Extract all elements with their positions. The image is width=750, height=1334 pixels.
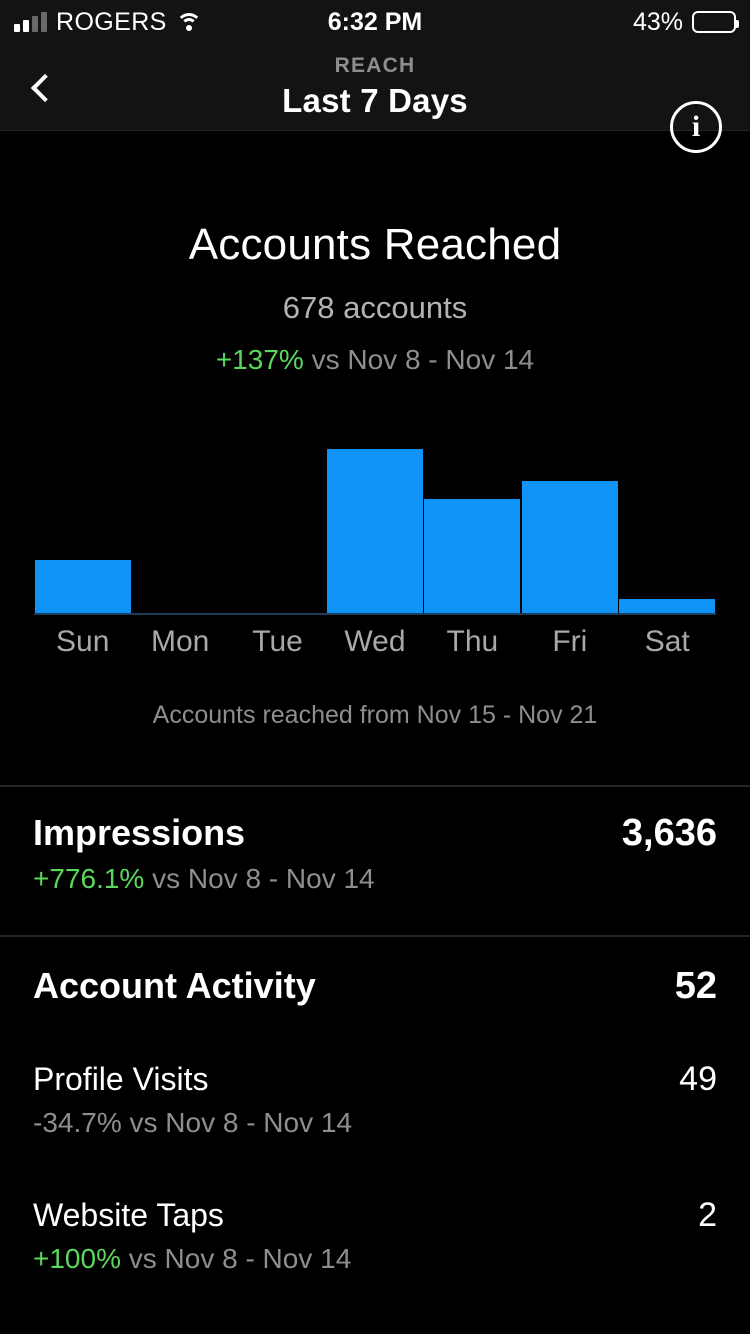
chart-x-label: Fri [552, 625, 588, 658]
chart-bars [34, 440, 716, 615]
navigation-bar: REACH Last 7 Days i [0, 44, 750, 153]
chart-bar[interactable] [424, 499, 521, 615]
chart-x-label: Tue [252, 625, 303, 658]
comparison-range: vs Nov 8 - Nov 14 [120, 1243, 352, 1274]
metric-subtitle: 678 accounts [282, 290, 468, 325]
metric-name: Account Activity [33, 965, 316, 1006]
metric-value: 49 [679, 1060, 717, 1098]
chart-bar[interactable] [34, 560, 131, 615]
metric-comparison: +137% vs Nov 8 - Nov 14 [0, 344, 750, 376]
metric-name: Profile Visits [33, 1061, 209, 1097]
chart-caption: Accounts reached from Nov 15 - Nov 21 [152, 701, 598, 729]
chart-bar-slot [424, 440, 521, 615]
chart-bar-slot [34, 440, 131, 615]
metric-row-website-taps[interactable]: Website Taps 2 +100% vs Nov 8 - Nov 14 [0, 1196, 750, 1275]
chart-bar[interactable] [521, 481, 618, 615]
chart-x-axis-labels: Sun Mon Tue Wed Thu Fri Sat [34, 625, 716, 659]
comparison-range: vs Nov 8 - Nov 14 [144, 863, 375, 894]
comparison-delta: +776.1% [33, 863, 145, 894]
metric-value: 2 [698, 1196, 717, 1234]
chart-bar-slot [619, 440, 716, 615]
metric-row-impressions[interactable]: Impressions 3,636 +776.1% vs Nov 8 - Nov… [0, 812, 750, 895]
comparison-range: vs Nov 8 - Nov 14 [303, 344, 535, 375]
chart-x-label: Sat [644, 625, 690, 658]
metric-value: 52 [674, 965, 717, 1007]
metric-value: 3,636 [621, 812, 717, 854]
metric-name: Website Taps [33, 1197, 224, 1233]
chart-baseline [34, 613, 716, 615]
section-divider [0, 935, 750, 937]
nav-eyebrow: REACH [334, 54, 416, 77]
battery-icon [692, 11, 739, 33]
insights-reach-screen: ROGERS 6:32 PM 43% REACH Last 7 Days i A… [0, 0, 750, 1334]
comparison-range: vs Nov 8 - Nov 14 [121, 1107, 353, 1138]
chart-x-label: Sun [56, 625, 110, 658]
section-divider [0, 785, 750, 787]
metric-title: Accounts Reached [188, 220, 562, 269]
chart-bar[interactable] [326, 449, 423, 615]
chart-x-label: Thu [446, 625, 499, 658]
chart-x-label: Wed [344, 625, 406, 658]
metric-row-account-activity[interactable]: Account Activity 52 [0, 965, 750, 1008]
metric-comparison: +776.1% vs Nov 8 - Nov 14 [33, 863, 717, 895]
chart-bar-slot [326, 440, 423, 615]
metric-name: Impressions [33, 812, 246, 853]
nav-title-group: REACH Last 7 Days [0, 54, 750, 120]
reach-bar-chart: Sun Mon Tue Wed Thu Fri Sat Accounts reached f… [0, 440, 750, 730]
comparison-delta: +137% [215, 344, 304, 375]
chart-bar-slot [229, 440, 326, 615]
status-bar-right: 43% [632, 7, 739, 37]
chart-x-label: Mon [150, 625, 210, 658]
reach-summary: Accounts Reached 678 accounts +137% vs N… [0, 131, 750, 376]
comparison-delta: -34.7% [33, 1107, 122, 1138]
comparison-delta: +100% [33, 1243, 121, 1274]
metric-row-profile-visits[interactable]: Profile Visits 49 -34.7% vs Nov 8 - Nov … [0, 1060, 750, 1139]
chart-bar-slot [521, 440, 618, 615]
page-title: Last 7 Days [282, 82, 468, 119]
chart-bar-slot [131, 440, 229, 615]
metric-comparison: -34.7% vs Nov 8 - Nov 14 [33, 1107, 717, 1139]
status-bar: ROGERS 6:32 PM 43% [0, 0, 750, 44]
chart-plot-area [34, 440, 716, 615]
battery-percent: 43% [632, 7, 683, 36]
metric-comparison: +100% vs Nov 8 - Nov 14 [33, 1243, 717, 1275]
